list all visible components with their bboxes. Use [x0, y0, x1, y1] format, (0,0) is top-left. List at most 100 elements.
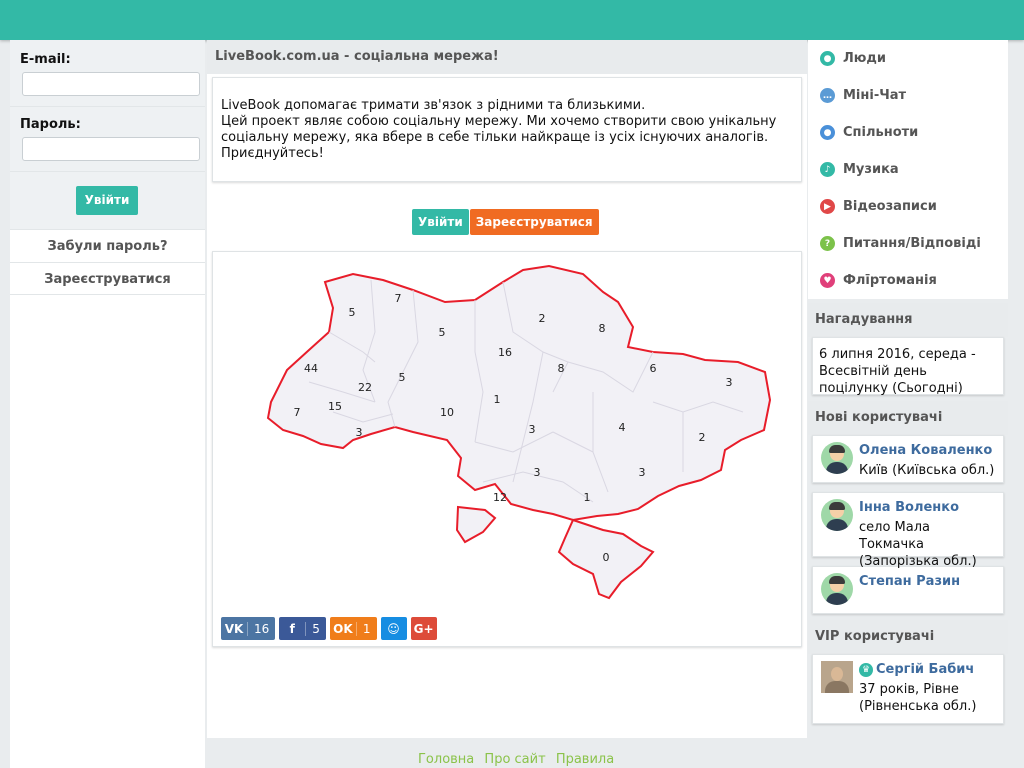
region-count: 2 — [699, 431, 706, 444]
region-count: 12 — [493, 491, 507, 504]
vip-user-card[interactable]: ♛ Сергій Бабич 37 років, Рівне (Рівненська… — [812, 654, 1004, 724]
region-count: 1 — [584, 491, 591, 504]
vk-share-button[interactable]: VK 16 — [221, 617, 276, 640]
avatar — [821, 499, 853, 531]
reminders-title: Нагадування — [808, 303, 1008, 337]
vip-users-title: VIP користувачі — [808, 620, 1008, 654]
email-field[interactable] — [22, 72, 200, 96]
share-count: 1 — [355, 621, 377, 636]
googleplus-icon: G+ — [413, 621, 434, 636]
menu-item-people[interactable]: ● Люди — [808, 40, 1008, 77]
menu-item-video[interactable]: ▶ Відеозаписи — [808, 188, 1008, 225]
footer-links: Головна Про сайт Правила — [418, 752, 620, 767]
avatar — [821, 573, 853, 605]
reminder-card: 6 липня 2016, середа - Всесвітній день п… — [812, 337, 1004, 396]
facebook-icon: f — [289, 621, 295, 636]
login-button-main[interactable]: Увійти — [412, 209, 469, 235]
ukraine-map: 5 7 5 2 8 16 8 6 3 44 22 5 1 10 7 15 3 3… — [212, 251, 802, 647]
region-count: 8 — [558, 362, 565, 375]
chat-icon: … — [820, 88, 835, 103]
region-count: 16 — [498, 346, 512, 359]
facebook-share-button[interactable]: f 5 — [279, 617, 326, 640]
moimir-share-button[interactable]: ☺ — [380, 617, 407, 640]
right-sidebar: ● Люди … Міні-Чат ● Спільноти ♪ Музика ▶ Віде… — [808, 40, 1008, 724]
share-count: 16 — [247, 621, 275, 636]
region-count: 10 — [440, 406, 454, 419]
music-icon: ♪ — [820, 162, 835, 177]
menu-item-label: Музика — [843, 162, 899, 177]
question-icon: ? — [820, 236, 835, 251]
region-count: 4 — [619, 421, 626, 434]
menu-item-chat[interactable]: … Міні-Чат — [808, 77, 1008, 114]
crown-icon: ♛ — [859, 662, 873, 677]
region-count: 5 — [399, 371, 406, 384]
region-count: 0 — [603, 551, 610, 564]
footer-link-home[interactable]: Головна — [418, 752, 474, 767]
menu-item-questions[interactable]: ? Питання/Відповіді — [808, 225, 1008, 262]
menu-item-communities[interactable]: ● Спільноти — [808, 114, 1008, 151]
region-count: 3 — [639, 466, 646, 479]
login-form: E-mail: Пароль: Увійти Забули пароль? За… — [10, 40, 205, 295]
page-title: LiveBook.com.ua - соціальна мережа! — [207, 40, 807, 74]
odnoklassniki-icon: OK — [333, 621, 353, 636]
menu-item-label: Спільноти — [843, 125, 919, 140]
region-count: 3 — [534, 466, 541, 479]
menu-item-label: Питання/Відповіді — [843, 236, 981, 251]
user-city: 37 років, Рівне (Рівненська обл.) — [859, 682, 977, 714]
password-field[interactable] — [22, 137, 200, 161]
region-count: 44 — [304, 362, 318, 375]
communities-icon: ● — [820, 125, 835, 140]
user-card[interactable]: Степан Разин — [812, 566, 1004, 614]
moimir-icon: ☺ — [387, 621, 400, 636]
vip-avatar — [821, 661, 853, 693]
avatar — [821, 442, 853, 474]
vk-icon: VK — [224, 621, 244, 636]
user-name[interactable]: Інна Воленко — [859, 499, 997, 516]
user-name[interactable]: Олена Коваленко — [859, 442, 994, 459]
region-count: 7 — [395, 292, 402, 305]
forgot-password-link[interactable]: Забули пароль? — [10, 229, 205, 262]
menu-item-label: Люди — [843, 51, 887, 66]
region-count: 7 — [294, 406, 301, 419]
share-count: 5 — [305, 621, 326, 636]
user-card[interactable]: Олена Коваленко Київ (Київська обл.) — [812, 435, 1004, 483]
login-panel: E-mail: Пароль: Увійти Забули пароль? За… — [10, 40, 205, 768]
region-count: 8 — [599, 322, 606, 335]
share-buttons: VK 16 f 5 OK 1 ☺ G+ — [221, 617, 437, 640]
mainland-shape[interactable] — [266, 264, 772, 522]
menu-item-label: Відеозаписи — [843, 199, 937, 214]
people-icon: ● — [820, 51, 835, 66]
region-count: 15 — [328, 400, 342, 413]
login-button[interactable]: Увійти — [76, 186, 138, 215]
region-count: 3 — [529, 423, 536, 436]
intro-text: LiveBook допомагає тримати зв'язок з рід… — [221, 98, 777, 161]
menu-item-flirt[interactable]: ♥ Флīртоманія — [808, 262, 1008, 299]
region-count: 6 — [650, 362, 657, 375]
menu-item-music[interactable]: ♪ Музика — [808, 151, 1008, 188]
region-count: 1 — [494, 393, 501, 406]
footer-link-about[interactable]: Про сайт — [484, 752, 545, 767]
user-name[interactable]: Степан Разин — [859, 573, 960, 590]
divider — [10, 106, 205, 107]
user-card[interactable]: Інна Воленко село Мала Токмачка (Запорізь… — [812, 492, 1004, 569]
new-users-title: Нові користувачі — [808, 401, 1008, 435]
odnoklassniki-share-button[interactable]: OK 1 — [329, 617, 377, 640]
region-count: 3 — [726, 376, 733, 389]
user-name[interactable]: Сергій Бабич — [876, 662, 974, 677]
heart-icon: ♥ — [820, 273, 835, 288]
region-count: 2 — [539, 312, 546, 325]
intro-box: LiveBook допомагає тримати зв'язок з рід… — [212, 77, 802, 182]
password-label: Пароль: — [20, 117, 81, 132]
register-button[interactable]: Зареєструватися — [469, 209, 599, 235]
user-city: Київ (Київська обл.) — [859, 463, 995, 478]
googleplus-share-button[interactable]: G+ — [410, 617, 437, 640]
footer-link-rules[interactable]: Правила — [556, 752, 614, 767]
video-icon: ▶ — [820, 199, 835, 214]
region-count: 3 — [356, 426, 363, 439]
register-link[interactable]: Зареєструватися — [10, 262, 205, 295]
region-count: 5 — [349, 306, 356, 319]
auth-buttons: Увійти Зареєструватися — [412, 209, 599, 235]
region-count: 22 — [358, 381, 372, 394]
kherson-shape[interactable] — [455, 505, 497, 544]
main-content: LiveBook.com.ua - соціальна мережа! Live… — [207, 40, 807, 738]
